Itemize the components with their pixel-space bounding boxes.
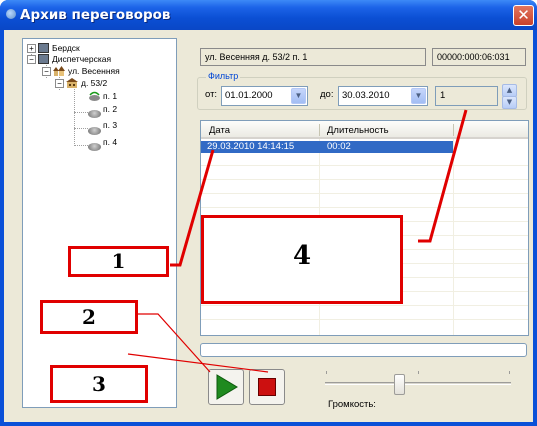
intercom-active-icon (89, 91, 100, 101)
stop-button[interactable] (249, 369, 285, 405)
tree-node-label: п. 4 (103, 137, 118, 147)
tree-node-label: п. 2 (103, 104, 118, 114)
tree-connector (74, 128, 88, 129)
volume-slider-track[interactable] (325, 382, 511, 385)
grid-line (201, 319, 528, 320)
grid-line (201, 305, 528, 306)
slider-tick (509, 371, 510, 374)
from-date-picker[interactable]: 01.01.2000 ▼ (221, 86, 308, 106)
grid-line (453, 139, 454, 335)
intercom-icon (88, 127, 101, 135)
tree-connector (74, 84, 75, 146)
building-icon (66, 78, 78, 88)
tree-node-label: Диспетчерская (52, 54, 112, 64)
title-bar[interactable]: Архив переговоров ✕ (0, 0, 537, 30)
tree-node-label: Бердск (52, 43, 80, 53)
callout-3: 3 (50, 365, 148, 403)
computer-icon (38, 43, 49, 53)
collapse-minus-icon[interactable]: − (42, 67, 51, 76)
column-header-date[interactable]: Дата (209, 125, 230, 136)
chevron-down-icon[interactable]: ▼ (411, 88, 426, 104)
time-counter-display: 00000:000:06:031 (432, 48, 526, 66)
cell-date: 29.03.2010 14:14:15 (207, 141, 295, 152)
to-date-value: 30.03.2010 (342, 90, 390, 101)
tree-node-label: д. 53/2 (81, 78, 108, 88)
volume-label: Громкость: (328, 399, 376, 410)
volume-slider-thumb[interactable] (394, 374, 405, 395)
filter-group: Фильтр от: 01.01.2000 ▼ до: 30.03.2010 ▼… (197, 71, 527, 110)
count-field[interactable]: 1 (435, 86, 498, 106)
app-icon (6, 9, 16, 19)
close-button[interactable]: ✕ (513, 5, 534, 26)
tree-connector (74, 145, 88, 146)
to-label: до: (320, 89, 334, 100)
expand-plus-icon[interactable]: + (27, 44, 36, 53)
window-title: Архив переговоров (20, 7, 171, 23)
play-icon (216, 374, 238, 400)
grid-line (201, 179, 528, 180)
callout-1: 1 (68, 246, 169, 277)
tree-node-label: п. 1 (103, 91, 118, 101)
table-header: Дата Длительность (201, 121, 528, 139)
chevron-down-icon[interactable]: ▼ (291, 88, 306, 104)
location-tree[interactable]: + Бердск − Диспетчерская − ул. Весенняя (22, 38, 177, 408)
table-row[interactable]: 29.03.2010 14:14:15 00:02 (201, 141, 453, 153)
slider-tick (326, 371, 327, 374)
grid-line (201, 193, 528, 194)
computer-icon (38, 54, 49, 64)
spin-down-icon[interactable]: ▼ (502, 96, 517, 109)
address-display: ул. Весенняя д. 53/2 п. 1 (200, 48, 426, 66)
stop-icon (258, 378, 276, 396)
from-date-value: 01.01.2000 (225, 90, 273, 101)
intercom-icon (88, 110, 101, 118)
app-window: Архив переговоров ✕ + Бердск − Диспетчер… (0, 0, 537, 426)
playback-progress-bar[interactable] (200, 343, 527, 357)
tree-node-label: п. 3 (103, 120, 118, 130)
callout-2: 2 (40, 300, 138, 334)
collapse-minus-icon[interactable]: − (27, 55, 36, 64)
callout-4: 4 (201, 215, 403, 304)
intercom-icon (88, 143, 101, 151)
grid-line (201, 207, 528, 208)
play-button[interactable] (208, 369, 244, 405)
street-houses-icon (53, 66, 65, 76)
column-header-duration[interactable]: Длительность (327, 125, 389, 136)
grid-line (201, 165, 528, 166)
tree-connector (74, 112, 88, 113)
slider-tick (418, 371, 419, 374)
tree-node-label: ул. Весенняя (68, 66, 120, 76)
cell-duration: 00:02 (327, 141, 351, 152)
collapse-minus-icon[interactable]: − (55, 79, 64, 88)
to-date-picker[interactable]: 30.03.2010 ▼ (338, 86, 428, 106)
column-divider[interactable] (453, 124, 454, 136)
column-divider[interactable] (319, 124, 320, 136)
filter-legend: Фильтр (206, 71, 241, 81)
from-label: от: (205, 89, 218, 100)
